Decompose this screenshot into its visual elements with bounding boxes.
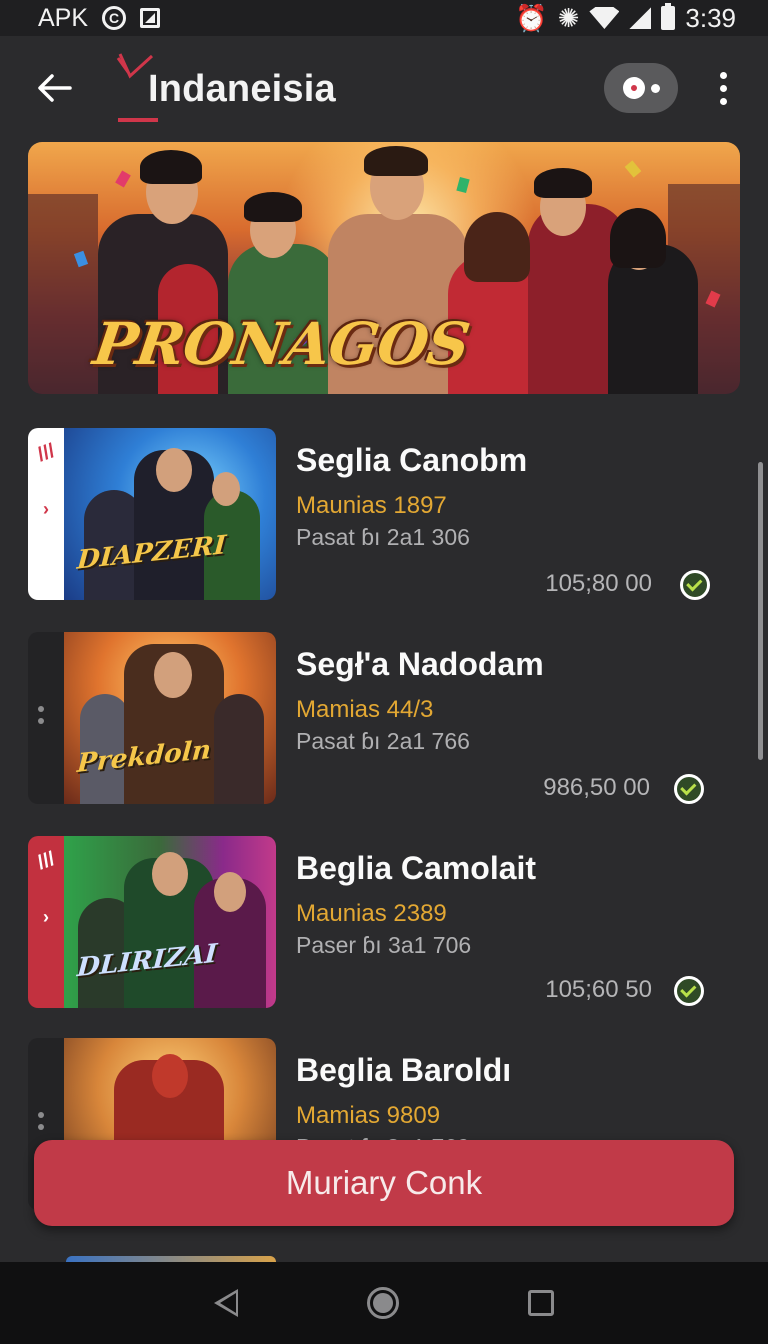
- item-thumbnail: Prekdoln: [28, 632, 276, 804]
- overflow-menu-button[interactable]: [706, 66, 740, 110]
- page-title: Indaneisia: [148, 68, 336, 110]
- list-item[interactable]: /// › DIAPZERI Seglia Canobm Maunias 189…: [0, 428, 768, 600]
- item-title: Segł'a Nadodam: [296, 646, 544, 682]
- wifi-icon: [589, 7, 620, 29]
- list-item[interactable]: /// › DLIRIZAI Beglia Camolait Maunias 2…: [0, 836, 768, 1008]
- stripes-icon: ///: [34, 847, 58, 875]
- cast-small-dot-icon: [650, 83, 660, 93]
- chevron-right-icon: ›: [43, 499, 49, 519]
- hero-banner[interactable]: PRONAGOS: [28, 142, 740, 394]
- list-item[interactable]: Prekdoln Segł'a Nadodam Mamias 44/3 Pasa…: [0, 632, 768, 804]
- item-title: Beglia Baroldı: [296, 1052, 512, 1088]
- item-price: 105;80 00: [545, 570, 652, 597]
- app-bar: Indaneisia: [0, 36, 768, 140]
- nav-home-icon[interactable]: [366, 1287, 399, 1319]
- stripes-icon: ///: [34, 439, 58, 467]
- item-meta: Paser ɓı 3a1 706: [296, 932, 472, 958]
- item-subtitle: Mamias 9809: [296, 1102, 441, 1129]
- side-tab: /// ›: [28, 428, 64, 600]
- banner-title: PRONAGOS: [89, 310, 474, 378]
- item-thumbnail: /// › DLIRIZAI: [28, 836, 276, 1008]
- item-price: 105;60 50: [545, 976, 652, 1003]
- item-subtitle: Maunias 1897: [296, 492, 447, 519]
- item-meta: Pasat ɓı 2a1 306: [296, 524, 470, 550]
- side-tab: /// ›: [28, 836, 64, 1008]
- chevron-right-icon: ›: [43, 907, 49, 927]
- item-subtitle: Maunias 2389: [296, 900, 447, 927]
- battery-icon: [661, 3, 676, 30]
- signal-icon: [629, 7, 652, 29]
- back-button[interactable]: [28, 62, 80, 114]
- record-icon: [622, 77, 645, 99]
- check-circle-icon[interactable]: [674, 774, 704, 804]
- status-bar: APK C ⏰ ✺ 3:39: [0, 0, 768, 36]
- cast-button[interactable]: [604, 63, 678, 113]
- menu-dot-icon: [719, 97, 727, 105]
- scrollbar[interactable]: [758, 462, 763, 760]
- item-meta: Pasat ɓı 2a1 766: [296, 728, 470, 754]
- nav-back-icon[interactable]: [214, 1289, 239, 1317]
- system-nav-bar: [0, 1262, 768, 1344]
- nav-recents-icon[interactable]: [527, 1290, 554, 1316]
- item-title: Seglia Canobm: [296, 442, 528, 478]
- menu-dot-icon: [719, 84, 727, 92]
- menu-dot-icon: [719, 71, 727, 79]
- drag-handle-icon[interactable]: [38, 1112, 44, 1130]
- arrow-left-icon: [38, 74, 72, 102]
- status-right: ⏰ ✺ 3:39: [515, 3, 736, 34]
- copyright-icon: C: [102, 6, 127, 30]
- drag-handle-icon[interactable]: [38, 706, 44, 724]
- item-subtitle: Mamias 44/3: [296, 696, 434, 723]
- gallery-icon: [140, 8, 161, 28]
- check-circle-icon[interactable]: [680, 570, 710, 600]
- check-circle-icon[interactable]: [674, 976, 704, 1006]
- vibrate-icon: ✺: [557, 2, 580, 33]
- apk-label: APK: [38, 3, 89, 32]
- item-thumbnail: /// › DIAPZERI: [28, 428, 276, 600]
- item-price: 986,50 00: [543, 774, 650, 801]
- clock: 3:39: [685, 2, 736, 33]
- alarm-icon: ⏰: [515, 2, 548, 33]
- item-title: Beglia Camolait: [296, 850, 537, 886]
- primary-action-button[interactable]: Muriary Conk: [34, 1140, 734, 1226]
- status-left: APK C: [38, 3, 161, 33]
